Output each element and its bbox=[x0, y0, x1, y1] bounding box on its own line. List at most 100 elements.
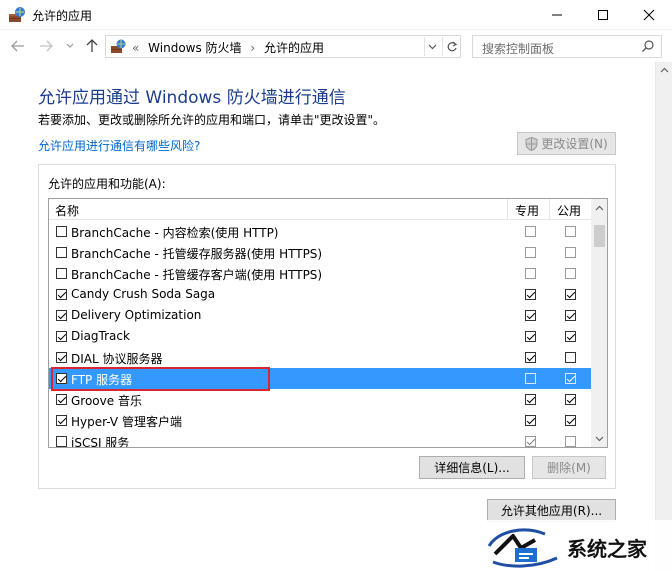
public-network-checkbox[interactable] bbox=[565, 268, 576, 279]
refresh-button[interactable] bbox=[442, 37, 460, 56]
list-item[interactable]: BranchCache - 托管缓存服务器(使用 HTTPS) bbox=[49, 242, 591, 263]
chevron-up-icon bbox=[595, 205, 604, 210]
public-network-checkbox[interactable] bbox=[565, 373, 576, 384]
private-network-checkbox[interactable] bbox=[525, 226, 536, 237]
recent-locations-button[interactable] bbox=[60, 37, 80, 55]
list-item[interactable]: iSCSI 服务 bbox=[49, 431, 591, 447]
public-network-checkbox[interactable] bbox=[565, 352, 576, 363]
list-item[interactable]: BranchCache - 托管缓存客户端(使用 HTTPS) bbox=[49, 263, 591, 284]
private-network-checkbox[interactable] bbox=[525, 373, 536, 384]
chevron-down-icon bbox=[66, 43, 74, 48]
risk-info-link[interactable]: 允许应用进行通信有哪些风险? bbox=[38, 137, 200, 154]
list-scrollbar[interactable] bbox=[591, 199, 607, 447]
list-item[interactable]: DIAL 协议服务器 bbox=[49, 347, 591, 368]
column-header-name[interactable]: 名称 bbox=[55, 202, 79, 219]
public-network-checkbox[interactable] bbox=[565, 310, 576, 321]
change-settings-label: 更改设置(N) bbox=[541, 137, 608, 151]
search-box[interactable]: 搜索控制面板 bbox=[472, 35, 662, 58]
private-network-checkbox[interactable] bbox=[525, 394, 536, 405]
private-network-checkbox[interactable] bbox=[525, 310, 536, 321]
highlight-annotation bbox=[51, 367, 270, 391]
maximize-button[interactable] bbox=[580, 0, 626, 30]
refresh-icon bbox=[447, 41, 457, 51]
private-network-checkbox[interactable] bbox=[525, 289, 536, 300]
list-item[interactable]: Hyper-V 管理客户端 bbox=[49, 410, 591, 431]
public-network-checkbox[interactable] bbox=[565, 415, 576, 426]
public-network-checkbox[interactable] bbox=[565, 247, 576, 258]
up-button[interactable] bbox=[82, 37, 102, 55]
address-dropdown-button[interactable] bbox=[424, 37, 440, 56]
allow-other-app-button[interactable]: 允许其他应用(R)... bbox=[487, 499, 616, 522]
app-enabled-checkbox[interactable] bbox=[56, 436, 67, 447]
uac-shield-icon bbox=[525, 136, 538, 151]
chevron-up-icon bbox=[660, 67, 668, 73]
app-name: DIAL 协议服务器 bbox=[71, 352, 163, 366]
list-rows: BranchCache - 内容检索(使用 HTTP) BranchCache -… bbox=[49, 221, 591, 447]
breadcrumb-separator-icon[interactable]: › bbox=[250, 41, 255, 55]
app-name: BranchCache - 托管缓存服务器(使用 HTTPS) bbox=[71, 247, 323, 261]
list-item[interactable]: DiagTrack bbox=[49, 326, 591, 347]
app-enabled-checkbox[interactable] bbox=[56, 331, 67, 342]
list-item[interactable]: BranchCache - 内容检索(使用 HTTP) bbox=[49, 221, 591, 242]
search-icon[interactable] bbox=[641, 39, 655, 53]
public-network-checkbox[interactable] bbox=[565, 331, 576, 342]
address-bar[interactable]: « Windows 防火墙 › 允许的应用 bbox=[105, 35, 461, 58]
column-header-private[interactable]: 专用 bbox=[515, 202, 539, 219]
navigation-bar: « Windows 防火墙 › 允许的应用 搜索控制面板 bbox=[0, 31, 672, 61]
watermark-logo-icon bbox=[487, 528, 558, 568]
app-enabled-checkbox[interactable] bbox=[56, 268, 67, 279]
change-settings-button[interactable]: 更改设置(N) bbox=[517, 132, 616, 155]
list-header: 名称 专用 公用 bbox=[49, 199, 591, 220]
back-button[interactable] bbox=[8, 37, 28, 55]
maximize-icon bbox=[598, 10, 608, 20]
breadcrumb-overflow[interactable]: « bbox=[132, 41, 139, 55]
app-enabled-checkbox[interactable] bbox=[56, 247, 67, 258]
app-enabled-checkbox[interactable] bbox=[56, 289, 67, 300]
private-network-checkbox[interactable] bbox=[525, 247, 536, 258]
window-title: 允许的应用 bbox=[32, 9, 93, 23]
private-network-checkbox[interactable] bbox=[525, 331, 536, 342]
list-scroll-up-button[interactable] bbox=[591, 199, 607, 216]
public-network-checkbox[interactable] bbox=[565, 289, 576, 300]
column-header-public[interactable]: 公用 bbox=[557, 202, 581, 219]
list-item[interactable]: Candy Crush Soda Saga bbox=[49, 284, 591, 305]
public-network-checkbox[interactable] bbox=[565, 436, 576, 447]
forward-button[interactable] bbox=[36, 37, 56, 55]
firewall-location-icon bbox=[111, 39, 126, 53]
chevron-down-icon bbox=[428, 44, 437, 49]
details-button[interactable]: 详细信息(L)... bbox=[419, 456, 525, 479]
arrow-up-icon bbox=[86, 39, 98, 52]
app-enabled-checkbox[interactable] bbox=[56, 394, 67, 405]
search-placeholder: 搜索控制面板 bbox=[482, 42, 555, 56]
app-enabled-checkbox[interactable] bbox=[56, 415, 67, 426]
list-item[interactable]: Groove 音乐 bbox=[49, 389, 591, 410]
minimize-button[interactable] bbox=[534, 0, 580, 30]
app-name: Hyper-V 管理客户端 bbox=[71, 415, 182, 429]
list-item[interactable]: Delivery Optimization bbox=[49, 305, 591, 326]
close-button[interactable] bbox=[626, 0, 672, 30]
arrow-right-icon bbox=[40, 40, 53, 52]
private-network-checkbox[interactable] bbox=[525, 352, 536, 363]
app-enabled-checkbox[interactable] bbox=[56, 352, 67, 363]
app-enabled-checkbox[interactable] bbox=[56, 226, 67, 237]
breadcrumb-allowed-apps[interactable]: 允许的应用 bbox=[264, 41, 324, 55]
app-enabled-checkbox[interactable] bbox=[56, 310, 67, 321]
list-scroll-down-button[interactable] bbox=[591, 430, 607, 447]
minimize-icon bbox=[552, 14, 562, 16]
page-description: 若要添加、更改或删除所允许的应用和端口，请单击"更改设置"。 bbox=[38, 113, 386, 127]
breadcrumb-firewall[interactable]: Windows 防火墙 bbox=[148, 41, 241, 55]
private-network-checkbox[interactable] bbox=[525, 436, 536, 447]
public-network-checkbox[interactable] bbox=[565, 226, 576, 237]
app-name: BranchCache - 托管缓存客户端(使用 HTTPS) bbox=[71, 268, 323, 282]
chevron-down-icon bbox=[595, 436, 604, 441]
allowed-apps-label: 允许的应用和功能(A): bbox=[48, 177, 166, 191]
allowed-apps-list[interactable]: 名称 专用 公用 BranchCache - 内容检索(使用 HTTP) Bran… bbox=[48, 198, 608, 448]
list-scroll-thumb[interactable] bbox=[594, 225, 605, 247]
public-network-checkbox[interactable] bbox=[565, 394, 576, 405]
private-network-checkbox[interactable] bbox=[525, 268, 536, 279]
delete-button[interactable]: 删除(M) bbox=[532, 456, 606, 479]
page-scroll-up-button[interactable] bbox=[656, 62, 672, 78]
private-network-checkbox[interactable] bbox=[525, 415, 536, 426]
watermark-text: 系统之家 bbox=[567, 537, 647, 561]
page-scrollbar[interactable] bbox=[655, 62, 672, 571]
